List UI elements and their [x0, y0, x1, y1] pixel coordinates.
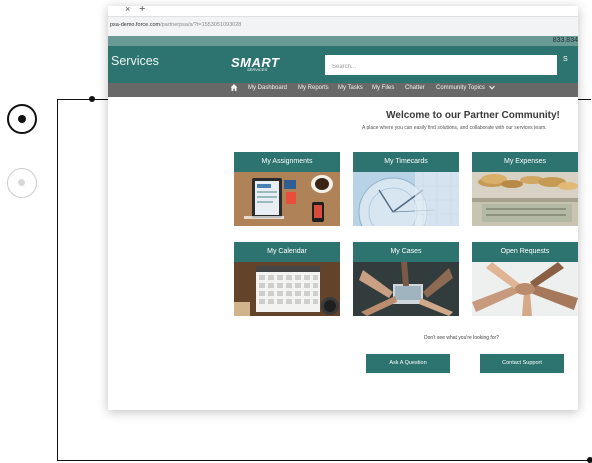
selected-radio-marker[interactable]	[7, 104, 37, 134]
new-tab-icon[interactable]: +	[139, 6, 145, 15]
url-host: psa-demo.force.com	[110, 22, 161, 28]
top-strip: 833.834	[108, 36, 578, 46]
address-bar[interactable]: psa-demo.force.com/partnerpsa/s/?t=15530…	[108, 17, 578, 36]
tile-my-calendar[interactable]: My Calendar	[234, 242, 340, 316]
tile-label: My Calendar	[234, 242, 340, 262]
tile-my-assignments[interactable]: My Assignments	[234, 152, 340, 226]
tagline-text: A place where you can easily find soluti…	[362, 125, 547, 131]
smart-services-logo[interactable]: SMART SERVICES	[231, 55, 279, 73]
browser-window: × + psa-demo.force.com/partnerpsa/s/?t=1…	[108, 6, 578, 410]
search-input[interactable]	[325, 57, 557, 77]
search-button[interactable]: S	[563, 56, 568, 63]
tile-open-requests[interactable]: Open Requests	[472, 242, 578, 316]
cases-image	[353, 262, 459, 316]
expenses-image	[472, 172, 578, 226]
callout-anchor-dot	[89, 96, 95, 102]
assignments-image	[234, 172, 340, 226]
tile-label: My Assignments	[234, 152, 340, 172]
logo-subtext: SERVICES	[247, 67, 268, 72]
chevron-down-icon	[488, 85, 495, 90]
nav-item-dashboard[interactable]: My Dashboard	[248, 85, 287, 91]
calendar-image	[234, 262, 340, 316]
open-requests-image	[472, 262, 578, 316]
timecards-image	[353, 172, 459, 226]
nav-item-label: Community Topics	[436, 85, 485, 92]
tile-label: My Timecards	[353, 152, 459, 172]
ask-question-button[interactable]: Ask A Question	[366, 354, 450, 373]
url-text: psa-demo.force.com/partnerpsa/s/?t=15530…	[110, 22, 241, 28]
nav-item-reports[interactable]: My Reports	[298, 85, 329, 91]
home-icon[interactable]	[230, 83, 238, 94]
tile-my-expenses[interactable]: My Expenses	[472, 152, 578, 226]
tile-my-timecards[interactable]: My Timecards	[353, 152, 459, 226]
nav-item-community-topics[interactable]: Community Topics	[436, 85, 495, 91]
tile-label: My Expenses	[472, 152, 578, 172]
welcome-heading: Welcome to our Partner Community!	[386, 110, 560, 121]
nav-item-tasks[interactable]: My Tasks	[338, 85, 363, 91]
callout-end-dot	[587, 457, 592, 463]
nav-bar: My Dashboard My Reports My Tasks My File…	[108, 83, 578, 97]
help-question: Don't see what you're looking for?	[424, 335, 500, 341]
url-path: /partnerpsa/s/?t=1553051093028	[160, 22, 242, 28]
search-box[interactable]	[325, 55, 557, 77]
contact-support-button[interactable]: Contact Support	[480, 354, 564, 373]
nav-item-files[interactable]: My Files	[372, 85, 394, 91]
tab-strip: × +	[108, 6, 578, 17]
tile-my-cases[interactable]: My Cases	[353, 242, 459, 316]
top-counter: 833.834	[552, 37, 578, 44]
radio-dot	[18, 179, 25, 186]
tile-label: Open Requests	[472, 242, 578, 262]
tile-label: My Cases	[353, 242, 459, 262]
site-header: Services SMART SERVICES S	[108, 46, 578, 83]
close-tab-icon[interactable]: ×	[125, 6, 130, 14]
unselected-radio-marker[interactable]	[7, 168, 37, 198]
radio-dot	[18, 115, 26, 123]
brand-name[interactable]: Services	[111, 54, 159, 68]
nav-item-chatter[interactable]: Chatter	[405, 85, 425, 91]
